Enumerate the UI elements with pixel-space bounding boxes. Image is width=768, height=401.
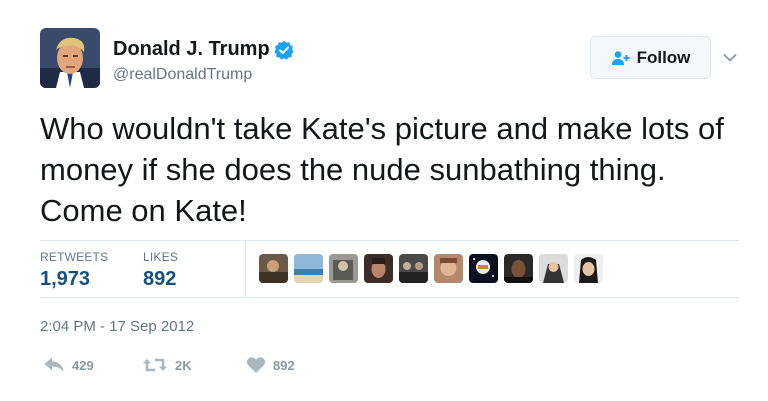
reply-button[interactable]: 429 — [43, 356, 94, 374]
retweets-count[interactable]: 1,973 — [40, 268, 90, 291]
tweet-text: Who wouldn't take Kate's picture and mak… — [40, 111, 724, 228]
retweets-label[interactable]: RETWEETS — [40, 250, 108, 264]
divider — [40, 240, 739, 241]
user-handle[interactable]: @realDonaldTrump — [113, 66, 252, 84]
like-button[interactable]: 892 — [246, 356, 295, 374]
user-name-row[interactable]: Donald J. Trump — [113, 38, 294, 61]
user-name[interactable]: Donald J. Trump — [113, 38, 270, 61]
likes-label[interactable]: LIKES — [143, 250, 178, 264]
liker-avatar[interactable] — [364, 254, 393, 283]
verified-badge-icon — [274, 40, 294, 60]
liker-avatars — [259, 254, 603, 283]
reply-icon — [44, 357, 64, 372]
avatar-image — [40, 28, 100, 88]
follow-person-plus-icon — [611, 50, 631, 66]
retweet-icon — [143, 358, 167, 372]
like-count: 892 — [273, 357, 295, 373]
divider — [40, 297, 739, 298]
liker-avatar[interactable] — [329, 254, 358, 283]
heart-icon — [246, 357, 266, 373]
liker-avatar[interactable] — [504, 254, 533, 283]
stats-separator — [245, 240, 246, 298]
more-options-chevron-down-icon[interactable] — [723, 50, 737, 62]
follow-button-label: Follow — [636, 47, 691, 67]
liker-avatar[interactable] — [539, 254, 568, 283]
liker-avatar[interactable] — [259, 254, 288, 283]
liker-avatar[interactable] — [294, 254, 323, 283]
liker-avatar[interactable] — [434, 254, 463, 283]
liker-avatar[interactable] — [399, 254, 428, 283]
retweet-count: 2K — [175, 357, 192, 373]
liker-avatar[interactable] — [469, 254, 498, 283]
follow-button[interactable]: Follow — [590, 36, 711, 79]
avatar[interactable] — [40, 28, 100, 88]
likes-count[interactable]: 892 — [143, 268, 176, 291]
tweet-timestamp[interactable]: 2:04 PM - 17 Sep 2012 — [40, 318, 194, 335]
liker-avatar[interactable] — [574, 254, 603, 283]
reply-count: 429 — [72, 357, 94, 373]
retweet-button[interactable]: 2K — [142, 356, 192, 374]
